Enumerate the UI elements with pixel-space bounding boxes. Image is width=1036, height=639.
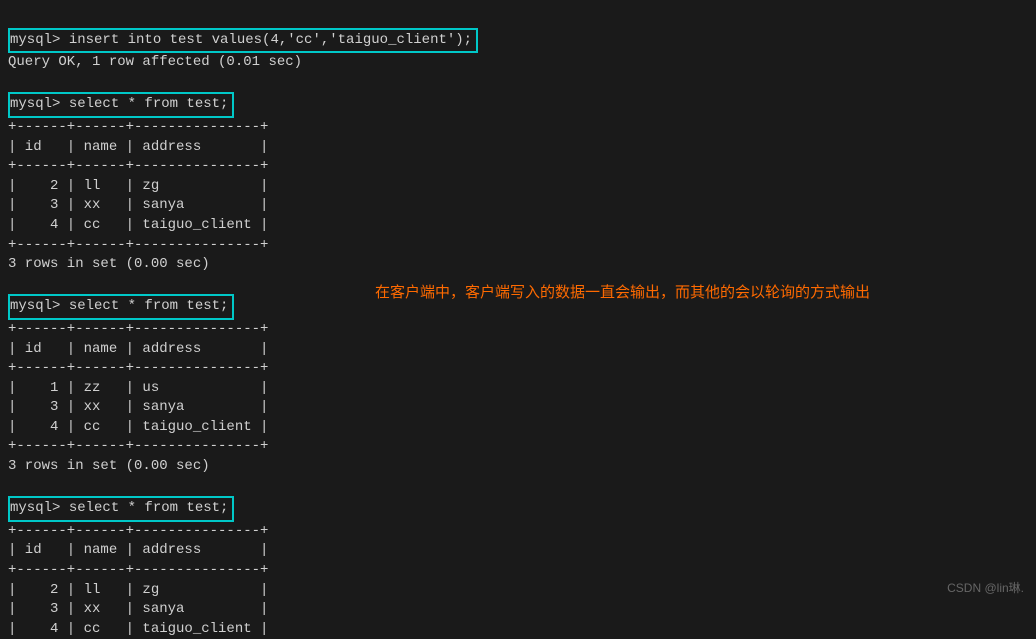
table-row: | 4 | cc | taiguo_client | bbox=[8, 419, 268, 435]
table-sep: +------+------+---------------+ bbox=[8, 438, 268, 454]
highlight-box-select-3: mysql> select * from test; bbox=[8, 496, 234, 522]
annotation-note: 在客户端中，客户端写入的数据一直会输出，而其他的会以轮询的方式输出 bbox=[375, 278, 1015, 308]
table-row: | 2 | ll | zg | bbox=[8, 178, 268, 194]
watermark-text: CSDN @lin琳. bbox=[947, 581, 1024, 595]
table-row: | 4 | cc | taiguo_client | bbox=[8, 621, 268, 637]
table-row: | 4 | cc | taiguo_client | bbox=[8, 217, 268, 233]
highlight-box-insert: mysql> insert into test values(4,'cc','t… bbox=[8, 28, 478, 54]
result-footer: 3 rows in set (0.00 sec) bbox=[8, 458, 210, 474]
table-row: | 1 | zz | us | bbox=[8, 380, 268, 396]
table-sep: +------+------+---------------+ bbox=[8, 158, 268, 174]
mysql-prompt: mysql> bbox=[10, 298, 69, 314]
select-command: select * from test; bbox=[69, 298, 229, 314]
table-header: | id | name | address | bbox=[8, 341, 268, 357]
table-header: | id | name | address | bbox=[8, 139, 268, 155]
mysql-prompt: mysql> bbox=[10, 500, 69, 516]
table-sep: +------+------+---------------+ bbox=[8, 321, 268, 337]
table-row: | 3 | xx | sanya | bbox=[8, 399, 268, 415]
table-row: | 3 | xx | sanya | bbox=[8, 601, 268, 617]
table-row: | 2 | ll | zg | bbox=[8, 582, 268, 598]
highlight-box-select-2: mysql> select * from test; bbox=[8, 294, 234, 320]
table-sep: +------+------+---------------+ bbox=[8, 562, 268, 578]
insert-command: insert into test values(4,'cc','taiguo_c… bbox=[69, 32, 472, 48]
terminal-output: mysql> insert into test values(4,'cc','t… bbox=[8, 8, 1028, 639]
table-sep: +------+------+---------------+ bbox=[8, 119, 268, 135]
result-footer: 3 rows in set (0.00 sec) bbox=[8, 256, 210, 272]
select-command: select * from test; bbox=[69, 96, 229, 112]
table-sep: +------+------+---------------+ bbox=[8, 237, 268, 253]
select-command: select * from test; bbox=[69, 500, 229, 516]
table-sep: +------+------+---------------+ bbox=[8, 523, 268, 539]
table-sep: +------+------+---------------+ bbox=[8, 360, 268, 376]
highlight-box-select-1: mysql> select * from test; bbox=[8, 92, 234, 118]
watermark: CSDN @lin琳. bbox=[947, 580, 1024, 597]
mysql-prompt: mysql> bbox=[10, 32, 69, 48]
query-ok-line: Query OK, 1 row affected (0.01 sec) bbox=[8, 54, 302, 70]
table-row: | 3 | xx | sanya | bbox=[8, 197, 268, 213]
mysql-prompt: mysql> bbox=[10, 96, 69, 112]
table-header: | id | name | address | bbox=[8, 542, 268, 558]
annotation-text: 在客户端中，客户端写入的数据一直会输出，而其他的会以轮询的方式输出 bbox=[375, 284, 870, 301]
